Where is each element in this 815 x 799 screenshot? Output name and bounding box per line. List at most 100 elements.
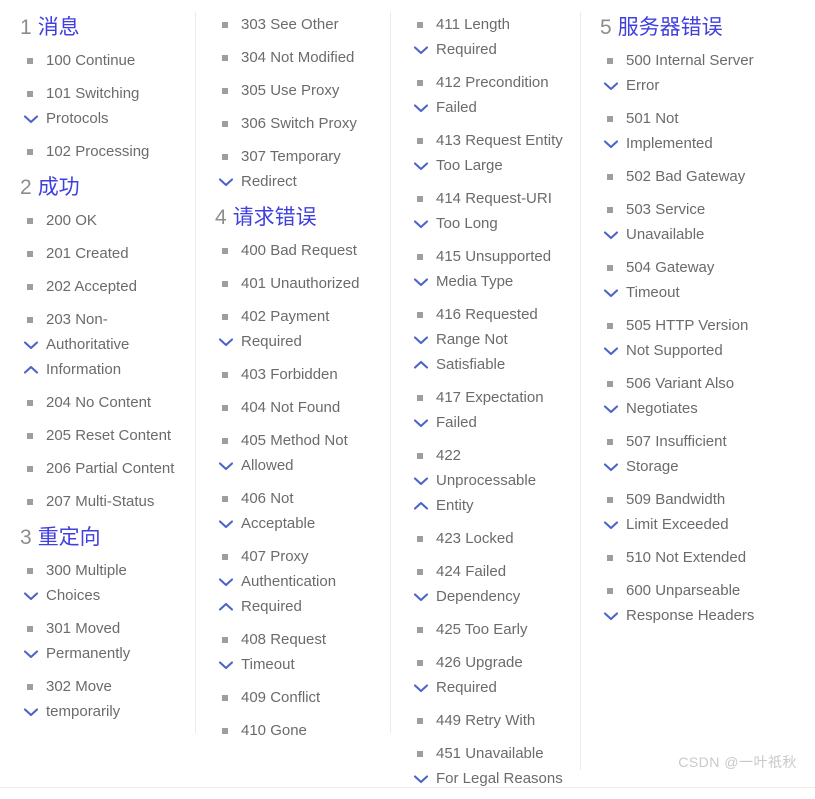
status-code-item[interactable]: 424 Failed Dependency [410,559,572,609]
square-bullet-icon [600,487,622,512]
chevron-down-icon [413,278,429,287]
status-code-item[interactable]: 100 Continue [20,48,187,73]
item-markers [600,487,622,537]
square-bullet-icon [20,48,42,73]
status-code-item[interactable]: 307 Temporary Redirect [215,144,382,194]
status-code-item[interactable]: 502 Bad Gateway [600,164,807,189]
status-code-item[interactable]: 405 Method Not Allowed [215,428,382,478]
chevron-down-icon [603,140,619,149]
square-bullet-icon [20,307,42,332]
status-code-item[interactable]: 301 Moved Permanently [20,616,187,666]
status-code-label-line: 301 Moved [46,620,121,637]
item-markers [20,274,42,299]
chevron-up-icon [23,365,39,374]
status-code-item[interactable]: 200 OK [20,208,187,233]
item-markers [20,48,42,73]
status-code-item[interactable]: 101 Switching Protocols [20,81,187,131]
item-markers [410,617,432,642]
status-code-item[interactable]: 510 Not Extended [600,545,807,570]
status-code-item[interactable]: 451 Unavailable For Legal Reasons [410,741,572,791]
status-code-item[interactable]: 600 Unparseable Response Headers [600,578,807,628]
chevron-down-icon [215,652,237,677]
status-code-item[interactable]: 102 Processing [20,139,187,164]
status-code-label-line: 426 Upgrade [436,654,523,671]
chevron-down-icon [20,583,42,608]
status-code-item[interactable]: 404 Not Found [215,395,382,420]
status-code-item[interactable]: 401 Unauthorized [215,271,382,296]
status-code-item[interactable]: 203 Non- Authoritative Information [20,307,187,382]
status-code-item[interactable]: 409 Conflict [215,685,382,710]
status-code-item[interactable]: 414 Request-URI Too Long [410,186,572,236]
item-markers [410,128,432,178]
status-code-item[interactable]: 416 Requested Range Not Satisfiable [410,302,572,377]
status-code-item[interactable]: 422 Unprocessable Entity [410,443,572,518]
status-code-item[interactable]: 505 HTTP Version Not Supported [600,313,807,363]
status-code-item[interactable]: 506 Variant Also Negotiates [600,371,807,421]
status-code-item[interactable]: 415 Unsupported Media Type [410,244,572,294]
status-code-item[interactable]: 303 See Other [215,12,382,37]
item-markers [215,238,237,263]
chevron-down-icon [410,37,432,62]
square-bullet-icon [600,48,622,73]
status-code-label-line: Range Not [436,331,508,348]
status-code-item[interactable]: 412 Precondition Failed [410,70,572,120]
status-code-item[interactable]: 306 Switch Proxy [215,111,382,136]
status-code-item[interactable]: 423 Locked [410,526,572,551]
status-code-item[interactable]: 509 Bandwidth Limit Exceeded [600,487,807,537]
status-code-label-line: Implemented [626,135,713,152]
status-code-label-line: 408 Request [241,631,327,648]
status-code-item[interactable]: 504 Gateway Timeout [600,255,807,305]
status-code-item[interactable]: 503 Service Unavailable [600,197,807,247]
item-markers [600,164,622,189]
square-bullet-icon [410,443,432,468]
status-code-item[interactable]: 207 Multi-Status [20,489,187,514]
section-title: 重定向 [37,526,101,549]
status-code-item[interactable]: 425 Too Early [410,617,572,642]
chevron-down-icon [410,95,432,120]
status-code-label-line: 101 Switching [46,85,140,102]
status-code-item[interactable]: 426 Upgrade Required [410,650,572,700]
status-code-item[interactable]: 501 Not Implemented [600,106,807,156]
status-code-item[interactable]: 410 Gone [215,718,382,743]
status-code-item[interactable]: 411 Length Required [410,12,572,62]
status-code-item[interactable]: 413 Request Entity Too Large [410,128,572,178]
status-code-item[interactable]: 305 Use Proxy [215,78,382,103]
status-code-item[interactable]: 403 Forbidden [215,362,382,387]
status-code-item[interactable]: 406 Not Acceptable [215,486,382,536]
status-code-label-line: 422 [436,447,462,464]
status-code-item[interactable]: 500 Internal Server Error [600,48,807,98]
item-markers [215,45,237,70]
square-bullet-icon [215,271,237,296]
status-code-item[interactable]: 204 No Content [20,390,187,415]
status-code-item[interactable]: 206 Partial Content [20,456,187,481]
chevron-down-icon [413,46,429,55]
chevron-down-icon [20,641,42,666]
item-markers [600,255,622,305]
status-code-item[interactable]: 304 Not Modified [215,45,382,70]
status-code-item[interactable]: 417 Expectation Failed [410,385,572,435]
status-code-item[interactable]: 402 Payment Required [215,304,382,354]
status-code-item[interactable]: 408 Request Timeout [215,627,382,677]
section-heading: 4 请求错误 [215,202,382,234]
status-code-item[interactable]: 507 Insufficient Storage [600,429,807,479]
status-code-item[interactable]: 407 Proxy Authentication Required [215,544,382,619]
chevron-up-icon [410,493,432,518]
status-code-item[interactable]: 400 Bad Request [215,238,382,263]
chevron-down-icon [603,521,619,530]
status-code-item[interactable]: 300 Multiple Choices [20,558,187,608]
status-code-item[interactable]: 205 Reset Content [20,423,187,448]
status-code-item[interactable]: 201 Created [20,241,187,266]
square-bullet-icon [410,244,432,269]
status-code-label-line: 423 Locked [436,530,514,547]
status-code-list: 303 See Other 304 Not Modified 305 Use Pro… [215,12,382,194]
square-bullet-icon [215,45,237,70]
status-code-item[interactable]: 302 Move temporarily [20,674,187,724]
item-markers [600,578,622,628]
status-code-item[interactable]: 202 Accepted [20,274,187,299]
status-code-label-line: 200 OK [46,212,97,229]
square-bullet-icon [410,708,432,733]
chevron-down-icon [410,153,432,178]
item-markers [410,302,432,377]
chevron-down-icon [413,336,429,345]
status-code-item[interactable]: 449 Retry With [410,708,572,733]
